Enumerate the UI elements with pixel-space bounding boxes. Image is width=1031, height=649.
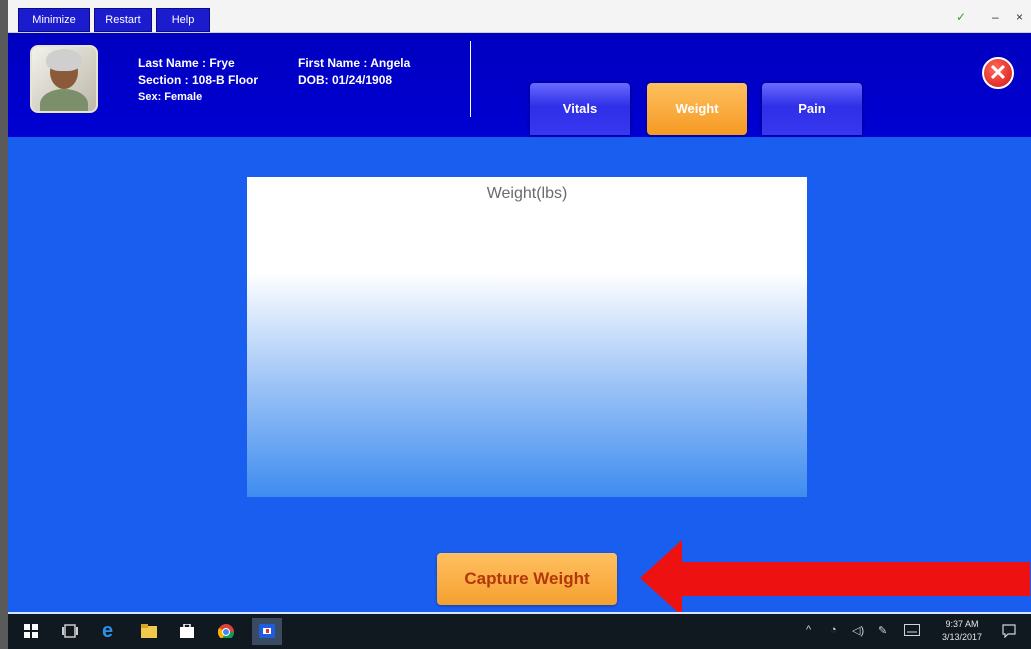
window-title-bar: Minimize Restart Help ✓ – × xyxy=(8,0,1031,33)
volume-icon[interactable]: ◁) xyxy=(852,624,864,637)
edge-icon[interactable]: e xyxy=(102,620,113,642)
last-name: Last Name : Frye xyxy=(138,56,235,70)
tab-vitals[interactable]: Vitals xyxy=(530,83,630,135)
app-icon[interactable] xyxy=(259,624,275,638)
patient-photo xyxy=(30,45,98,113)
check-icon: ✓ xyxy=(956,10,967,24)
clock-date: 3/13/2017 xyxy=(942,632,983,642)
system-clock[interactable]: 9:37 AM 3/13/2017 xyxy=(942,618,982,644)
arrow-icon xyxy=(640,540,1030,616)
chevron-up-icon[interactable]: ^ xyxy=(806,624,811,636)
window-minimize-button[interactable]: – xyxy=(992,10,999,24)
taskbar: e ^ ◔ ◁) ✎ 9:37 AM 3/13/2017 xyxy=(8,614,1031,649)
app-window: Minimize Restart Help ✓ – × Last Name : … xyxy=(8,0,1031,649)
task-view-icon[interactable] xyxy=(62,624,78,638)
notification-icon[interactable] xyxy=(1002,624,1016,638)
tab-weight[interactable]: Weight xyxy=(647,83,747,135)
network-icon[interactable]: ◔ xyxy=(830,624,837,636)
window-close-button[interactable]: × xyxy=(1016,10,1023,24)
store-icon[interactable] xyxy=(180,624,194,638)
patient-header: Last Name : Frye Section : 108-B Floor S… xyxy=(8,33,1031,137)
pen-icon[interactable]: ✎ xyxy=(878,624,887,637)
restart-button[interactable]: Restart xyxy=(94,8,152,32)
weight-panel: Weight(lbs) xyxy=(247,177,807,497)
dob: DOB: 01/24/1908 xyxy=(298,73,393,87)
keyboard-icon[interactable] xyxy=(904,624,920,638)
minimize-button[interactable]: Minimize xyxy=(18,8,90,32)
chrome-icon[interactable] xyxy=(218,624,234,638)
windows-start-icon[interactable] xyxy=(24,624,38,638)
section: Section : 108-B Floor xyxy=(138,73,259,87)
header-divider xyxy=(470,41,471,117)
capture-weight-button[interactable]: Capture Weight xyxy=(437,553,617,605)
help-button[interactable]: Help xyxy=(156,8,210,32)
clock-time: 9:37 AM xyxy=(945,619,979,629)
tab-pain[interactable]: Pain xyxy=(762,83,862,135)
first-name: First Name : Angela xyxy=(298,56,411,70)
file-explorer-icon[interactable] xyxy=(141,624,157,638)
close-icon[interactable]: ✕ xyxy=(982,57,1014,89)
sex: Sex: Female xyxy=(138,91,203,103)
panel-title: Weight(lbs) xyxy=(486,185,568,202)
